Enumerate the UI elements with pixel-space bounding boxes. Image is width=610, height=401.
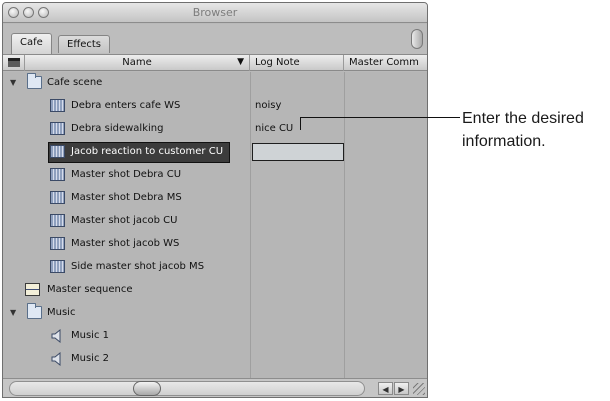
column-header: Name ▼ Log Note Master Comm xyxy=(3,54,427,71)
browser-list: ▼ Cafe scene Debra enters cafe WS noisy … xyxy=(3,72,427,380)
clip-icon xyxy=(50,214,65,227)
tab-bar: Cafe Effects xyxy=(3,24,427,54)
clip-icon xyxy=(50,99,65,112)
tab-effects[interactable]: Effects xyxy=(58,35,110,53)
scroll-right-button[interactable]: ▶ xyxy=(394,382,409,395)
list-item[interactable]: Music 1 xyxy=(3,325,427,348)
column-master-comment[interactable]: Master Comm xyxy=(344,55,427,71)
list-item[interactable]: Master shot Debra MS xyxy=(3,187,427,210)
sequence-icon xyxy=(25,283,40,296)
column-log-note[interactable]: Log Note xyxy=(250,55,344,71)
list-item[interactable]: ▼ Music xyxy=(3,302,427,325)
resize-grip-icon[interactable] xyxy=(413,383,425,395)
callout-line-2: information. xyxy=(462,133,546,150)
list-item[interactable]: Debra enters cafe WS noisy xyxy=(3,95,427,118)
clip-icon xyxy=(50,122,65,135)
item-label: Debra sidewalking xyxy=(71,123,164,134)
item-label: Side master shot jacob MS xyxy=(71,261,205,272)
column-type-icon[interactable] xyxy=(3,55,25,71)
speaker-icon xyxy=(51,329,61,343)
item-label: Music xyxy=(47,307,76,318)
column-name[interactable]: Name ▼ xyxy=(25,55,250,71)
callout-line-tick xyxy=(300,117,301,130)
clapper-icon xyxy=(8,58,20,67)
list-item[interactable]: Master sequence xyxy=(3,279,427,302)
callout-text: Enter the desired information. xyxy=(462,107,610,153)
item-label: Master shot Debra CU xyxy=(71,169,182,180)
clip-icon xyxy=(50,191,65,204)
horizontal-scrollbar[interactable]: ◀ ▶ xyxy=(3,378,427,397)
item-label: Master sequence xyxy=(47,284,133,295)
callout-line-1: Enter the desired xyxy=(462,110,584,127)
item-label: Music 1 xyxy=(71,330,109,341)
list-item[interactable]: Master shot jacob CU xyxy=(3,210,427,233)
list-item[interactable]: Side master shot jacob MS xyxy=(3,256,427,279)
clip-icon xyxy=(50,168,65,181)
column-name-label: Name xyxy=(122,57,152,68)
disclosure-triangle-icon[interactable]: ▼ xyxy=(10,308,16,317)
title-bar[interactable]: Browser xyxy=(3,3,427,23)
scroll-thumb[interactable] xyxy=(133,381,161,396)
log-note-value[interactable]: noisy xyxy=(255,100,281,111)
tab-cafe[interactable]: Cafe xyxy=(11,33,52,54)
item-label: Cafe scene xyxy=(47,77,103,88)
item-label: Master shot jacob CU xyxy=(71,215,178,226)
pane-resize-handle[interactable] xyxy=(411,29,423,49)
folder-icon xyxy=(27,73,42,89)
clip-icon xyxy=(50,237,65,250)
log-note-value[interactable]: nice CU xyxy=(255,123,293,134)
browser-window: Browser Cafe Effects Name ▼ Log Note Mas… xyxy=(2,2,428,398)
callout-line xyxy=(300,117,460,118)
list-item[interactable]: Debra sidewalking nice CU xyxy=(3,118,427,141)
item-label: Master shot Debra MS xyxy=(71,192,182,203)
item-label: Music 2 xyxy=(71,353,109,364)
item-label: Debra enters cafe WS xyxy=(71,100,181,111)
item-label: Master shot jacob WS xyxy=(71,238,180,249)
list-item-selected[interactable]: Jacob reaction to customer CU xyxy=(3,141,427,164)
folder-icon xyxy=(27,303,42,319)
list-item[interactable]: Master shot Debra CU xyxy=(3,164,427,187)
list-item[interactable]: ▼ Cafe scene xyxy=(3,72,427,95)
clip-icon xyxy=(50,260,65,273)
speaker-icon xyxy=(51,352,61,366)
scroll-left-button[interactable]: ◀ xyxy=(378,382,393,395)
item-label: Jacob reaction to customer CU xyxy=(71,146,224,157)
clip-icon xyxy=(50,145,65,158)
list-item[interactable]: Master shot jacob WS xyxy=(3,233,427,256)
scroll-track[interactable] xyxy=(9,381,365,396)
log-note-input[interactable] xyxy=(252,143,344,161)
sort-triangle-icon: ▼ xyxy=(237,57,244,67)
window-title: Browser xyxy=(192,6,238,19)
list-item[interactable]: Music 2 xyxy=(3,348,427,371)
disclosure-triangle-icon[interactable]: ▼ xyxy=(10,78,16,87)
